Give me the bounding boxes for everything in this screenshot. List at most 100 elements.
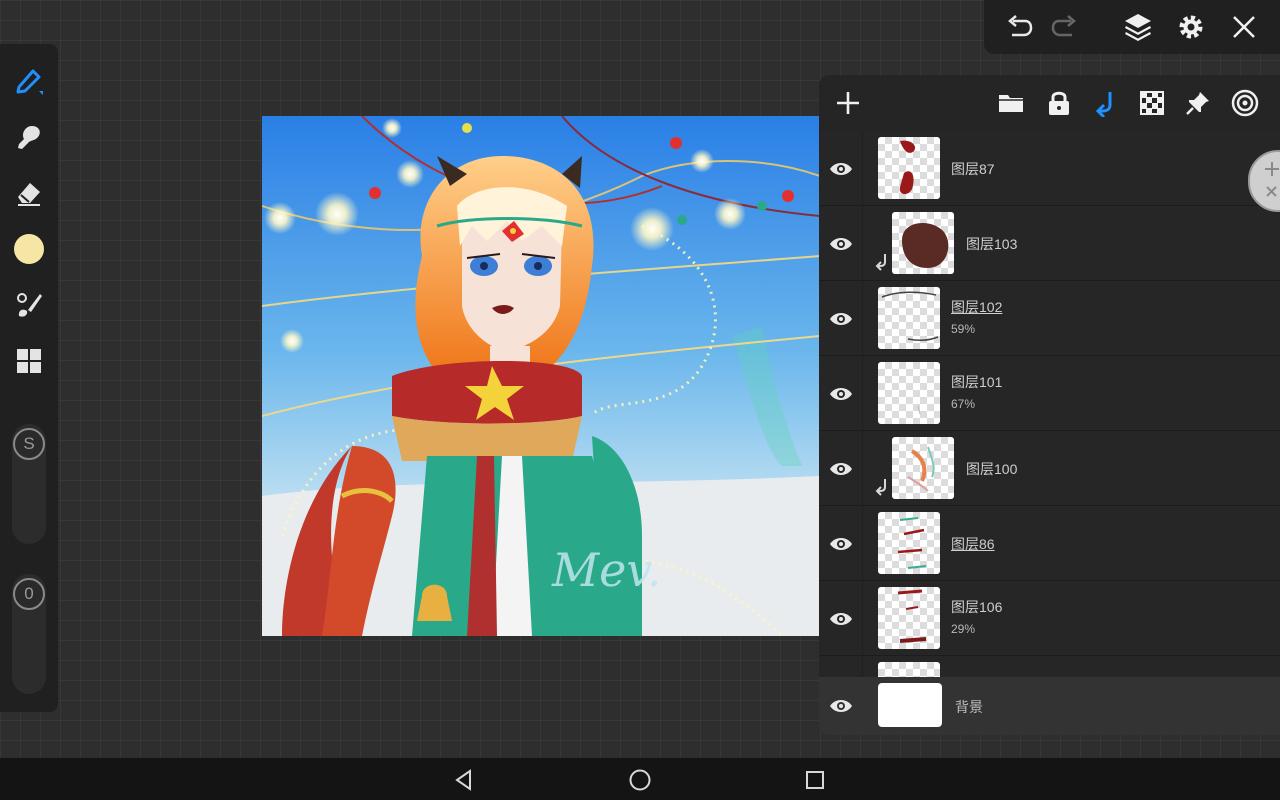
nav-home-button[interactable] xyxy=(626,766,654,794)
layer-visibility-toggle[interactable] xyxy=(819,581,863,656)
nav-recents-button[interactable] xyxy=(801,766,829,794)
layer-opacity: 67% xyxy=(951,397,976,411)
size-slider-knob[interactable]: S xyxy=(13,428,45,460)
layer-thumbnail xyxy=(878,362,940,424)
recents-icon xyxy=(806,771,824,789)
layer-name: 图层106 xyxy=(951,599,1003,615)
layer-name: 图层86 xyxy=(951,536,995,552)
blend-mode-button[interactable] xyxy=(1227,85,1263,121)
layer-name: 图层87 xyxy=(951,161,995,177)
drawing-canvas[interactable]: Mev. xyxy=(262,116,820,636)
layers-icon xyxy=(1125,14,1151,41)
redo-button[interactable] xyxy=(1046,8,1084,46)
layer-opacity: 29% xyxy=(951,622,976,636)
layer-thumbnail xyxy=(892,212,954,274)
brush-opacity-slider[interactable]: 0 xyxy=(12,574,46,694)
add-layer-button[interactable] xyxy=(830,85,866,121)
layer-visibility-toggle[interactable] xyxy=(819,281,863,356)
folder-icon xyxy=(999,95,1023,112)
eye-icon xyxy=(829,237,852,250)
layers-toolbar xyxy=(819,75,1280,131)
eye-icon xyxy=(829,462,852,475)
brush-tool[interactable] xyxy=(8,60,50,102)
clip-arrow-icon xyxy=(1095,92,1112,117)
gallery-tool[interactable] xyxy=(8,340,50,382)
eye-icon xyxy=(830,700,852,712)
back-icon xyxy=(455,769,471,791)
pin-layer-button[interactable] xyxy=(1180,85,1216,121)
brush-pen-icon xyxy=(16,69,43,95)
clip-indicator-icon xyxy=(875,254,886,271)
artwork-illustration: Mev. xyxy=(262,116,820,636)
close-icon xyxy=(1233,16,1255,38)
top-bar xyxy=(984,0,1280,54)
layer-visibility-toggle[interactable] xyxy=(819,431,863,506)
layer-name: 图层102 xyxy=(951,299,1003,315)
opacity-slider-knob[interactable]: 0 xyxy=(13,578,45,610)
layer-row[interactable]: 图层101 67% xyxy=(819,356,1280,431)
background-thumbnail xyxy=(878,683,942,727)
layer-visibility-toggle[interactable] xyxy=(819,356,863,431)
background-layer-row[interactable]: 背景 xyxy=(819,677,1280,735)
zoom-plus-minus-icon xyxy=(1265,162,1279,197)
settings-icon xyxy=(1179,15,1203,39)
layer-visibility-toggle[interactable] xyxy=(819,206,863,281)
lock-layer-button[interactable] xyxy=(1041,85,1077,121)
clipping-mask-button[interactable] xyxy=(1087,85,1123,121)
left-toolbar: S 0 xyxy=(0,44,58,712)
layer-opacity: 59% xyxy=(951,322,976,336)
layer-thumbnail xyxy=(878,137,940,199)
layer-visibility-toggle[interactable] xyxy=(819,506,863,581)
add-layer-icon xyxy=(837,92,859,114)
brush-size-slider[interactable]: S xyxy=(12,424,46,544)
layer-thumbnail xyxy=(878,587,940,649)
nav-back-button[interactable] xyxy=(450,766,478,794)
layer-row[interactable]: 图层86 xyxy=(819,506,1280,581)
layer-thumbnail xyxy=(878,287,940,349)
layer-name: 图层103 xyxy=(966,236,1018,252)
undo-button[interactable] xyxy=(1000,8,1038,46)
layer-visibility-toggle[interactable] xyxy=(819,656,863,677)
smudge-tool[interactable] xyxy=(8,116,50,158)
layer-row[interactable]: 图层103 xyxy=(819,206,1280,281)
background-visibility-toggle[interactable] xyxy=(819,677,863,735)
transparency-grid-icon xyxy=(1140,91,1164,115)
layer-name: 图层100 xyxy=(966,461,1018,477)
eraser-icon xyxy=(18,183,40,206)
layer-thumbnail xyxy=(878,512,940,574)
layer-thumbnail xyxy=(892,437,954,499)
eye-icon xyxy=(829,612,852,625)
layer-list[interactable]: 图层87 图层103 图层102 59% 图层101 67% 图层100 图层8… xyxy=(819,131,1280,677)
clip-indicator-icon xyxy=(875,479,886,496)
layers-button[interactable] xyxy=(1119,8,1157,46)
pin-icon xyxy=(1186,92,1209,115)
eye-icon xyxy=(829,537,852,550)
close-button[interactable] xyxy=(1225,8,1263,46)
layer-name: 图层101 xyxy=(951,374,1003,390)
artwork-signature: Mev. xyxy=(551,543,661,597)
layer-row[interactable]: 图层100 xyxy=(819,431,1280,506)
home-icon xyxy=(629,769,651,791)
settings-button[interactable] xyxy=(1172,8,1210,46)
layers-panel: 图层87 图层103 图层102 59% 图层101 67% 图层100 图层8… xyxy=(819,75,1280,735)
transparency-lock-button[interactable] xyxy=(1134,85,1170,121)
filter-tool[interactable] xyxy=(8,284,50,326)
undo-icon xyxy=(1008,15,1033,37)
eye-icon xyxy=(829,312,852,325)
eraser-tool[interactable] xyxy=(8,172,50,214)
background-layer-name: 背景 xyxy=(955,699,983,715)
redo-icon xyxy=(1051,15,1076,37)
eye-icon xyxy=(829,387,852,400)
layer-row[interactable]: 图层106 29% xyxy=(819,581,1280,656)
layer-row[interactable]: 图层102 59% xyxy=(819,281,1280,356)
eye-icon xyxy=(829,162,852,175)
layer-visibility-toggle[interactable] xyxy=(819,131,863,206)
color-swatch-icon xyxy=(14,234,44,264)
layer-thumbnail xyxy=(878,662,940,677)
layer-row[interactable] xyxy=(819,656,1280,677)
gallery-grid-icon xyxy=(17,349,41,373)
color-picker[interactable] xyxy=(8,228,50,270)
lock-icon xyxy=(1049,91,1069,115)
layer-folder-button[interactable] xyxy=(993,85,1029,121)
layer-row[interactable]: 图层87 xyxy=(819,131,1280,206)
